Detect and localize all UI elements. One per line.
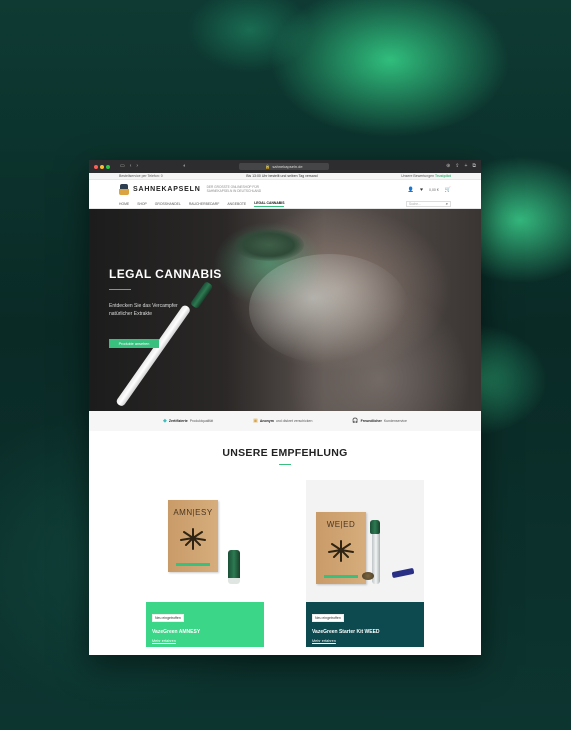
wishlist-icon[interactable]: ♥ xyxy=(420,187,423,193)
top-info-strip: Bestellservice per Telefon: 0 Bis 13:00 … xyxy=(89,173,481,180)
site-logo[interactable]: SAHNEKAPSELN xyxy=(133,186,201,193)
box-icon: ▣ xyxy=(253,418,258,424)
recommendation-title: UNSERE EMPFEHLUNG xyxy=(222,447,348,459)
product-name[interactable]: VazeGreen Starter Kit WEED xyxy=(312,629,418,635)
hero-text: Entdecken Sie das Vercampfer natürlicher… xyxy=(109,303,178,317)
new-badge: Neu eingetroffen xyxy=(312,614,344,622)
shipping-info-text: Bis 13:00 Uhr bestellt und selben Tag ve… xyxy=(246,174,318,178)
main-navigation: HOME SHOP GROSSHANDEL RAUCHERBEDARF ANGE… xyxy=(89,199,481,209)
headset-icon: 🎧 xyxy=(352,418,359,424)
nav-item-raucherbedarf[interactable]: RAUCHERBEDARF xyxy=(189,202,220,206)
diamond-icon: ◆ xyxy=(163,418,167,424)
cannabis-leaf-icon xyxy=(328,540,354,562)
product-card[interactable]: WE|ED Neu eingetroffen VazeGreen Starter… xyxy=(306,480,424,647)
usp-text: Kundenservice xyxy=(383,419,407,423)
product-image[interactable]: WE|ED xyxy=(306,480,424,602)
usp-bold: Freundlicher xyxy=(360,419,382,423)
box-label: WE|ED xyxy=(326,520,356,529)
product-info: Neu eingetroffen VazeGreen Starter Kit W… xyxy=(306,602,424,647)
lock-icon: 🔒 xyxy=(265,164,271,169)
usp-bold: Anonym xyxy=(259,419,274,423)
usp-bar: ◆ Zertifizierte Produktqualität ▣ Anonym… xyxy=(89,411,481,431)
search-icon[interactable]: ⌕ xyxy=(446,201,448,206)
usp-bold: Zertifizierte xyxy=(168,419,188,423)
nav-item-grosshandel[interactable]: GROSSHANDEL xyxy=(155,202,181,206)
cart-amount[interactable]: 0,00 € xyxy=(429,188,439,192)
site-header: SAHNEKAPSELN DER GROSSTE ONLINESHOP FÜR … xyxy=(89,180,481,199)
view-products-button[interactable]: Produkte ansehen xyxy=(109,339,159,348)
shield-icon[interactable]: ◐ xyxy=(183,164,186,169)
usp-item-service: 🎧 Freundlicher Kundenservice xyxy=(352,418,407,424)
nav-item-angebote[interactable]: ANGEBOTE xyxy=(227,202,246,206)
browser-window: ▭ ‹ › ◐ 🔒 sahnekapseln.de ⊕ ⇪ + ⧉ Bestel… xyxy=(89,160,481,655)
header-claim: DER GROSSTE ONLINESHOP FÜR SAHNEKAPSELN … xyxy=(206,184,262,193)
product-name[interactable]: VazeGreen AMNESY xyxy=(152,629,258,635)
usp-text: und diskret verschicken xyxy=(275,419,313,423)
trustpilot-label: Trustpilot xyxy=(435,174,451,178)
minimize-window-button[interactable] xyxy=(100,164,104,169)
usp-item-quality: ◆ Zertifizierte Produktqualität xyxy=(163,418,213,424)
maximize-window-button[interactable] xyxy=(106,164,110,169)
recommendation-divider xyxy=(279,464,291,465)
nav-item-legal-cannabis[interactable]: LEGAL CANNABIS xyxy=(254,201,285,207)
usp-text: Produktqualität xyxy=(189,419,214,423)
browser-titlebar: ▭ ‹ › ◐ 🔒 sahnekapseln.de ⊕ ⇪ + ⧉ xyxy=(89,160,481,173)
box-label: AMN|ESY xyxy=(173,508,213,517)
share-icon[interactable]: ⇪ xyxy=(455,164,459,169)
hero-smoke-image xyxy=(249,254,409,364)
nav-item-shop[interactable]: SHOP xyxy=(137,202,147,206)
hero-divider xyxy=(109,289,131,290)
back-icon[interactable]: ‹ xyxy=(130,164,132,169)
herb-pile xyxy=(362,572,374,580)
product-info: Neu eingetroffen VazeGreen AMNESY Mehr e… xyxy=(146,602,264,647)
capsule-image xyxy=(228,550,240,580)
hero-vaporizer-tip xyxy=(189,281,214,310)
vaporizer-tip xyxy=(370,520,380,534)
new-tab-icon[interactable]: + xyxy=(465,164,468,169)
close-window-button[interactable] xyxy=(94,164,98,169)
logo-icon[interactable] xyxy=(119,183,129,196)
phone-service-text: Bestellservice per Telefon: 0 xyxy=(119,174,163,178)
learn-more-link[interactable]: Mehr erfahren xyxy=(312,639,418,643)
forward-icon[interactable]: › xyxy=(136,164,138,169)
hero-vaporizer-image xyxy=(115,304,192,408)
tabs-overview-icon[interactable]: ⧉ xyxy=(472,164,476,169)
search-placeholder: Suche... xyxy=(409,201,421,206)
address-bar[interactable]: 🔒 sahnekapseln.de xyxy=(239,163,329,170)
product-list: AMN|ESY Neu eingetroffen VazeGreen AMNES… xyxy=(89,480,481,650)
product-card[interactable]: AMN|ESY Neu eingetroffen VazeGreen AMNES… xyxy=(146,480,264,647)
box-brand-strip xyxy=(176,563,210,566)
reviews-link[interactable]: Unsere Bewertungen Trustpilot xyxy=(401,174,451,178)
sidebar-icon[interactable]: ▭ xyxy=(120,164,125,169)
address-bar-url: sahnekapseln.de xyxy=(272,164,303,169)
hero-lips-image xyxy=(234,229,304,261)
nav-item-home[interactable]: HOME xyxy=(119,202,129,206)
product-box: WE|ED xyxy=(316,512,366,584)
cannabis-leaf-icon xyxy=(180,528,206,550)
product-image[interactable]: AMN|ESY xyxy=(146,480,264,602)
box-brand-strip xyxy=(324,575,358,578)
cart-icon[interactable]: 🛒 xyxy=(445,187,451,193)
hero-banner: LEGAL CANNABIS Entdecken Sie das Vercamp… xyxy=(89,209,481,411)
download-icon[interactable]: ⊕ xyxy=(446,164,450,169)
account-icon[interactable]: 👤 xyxy=(408,187,414,193)
learn-more-link[interactable]: Mehr erfahren xyxy=(152,639,258,643)
hero-title: LEGAL CANNABIS xyxy=(109,267,222,281)
reviews-text: Unsere Bewertungen xyxy=(401,174,435,178)
product-box: AMN|ESY xyxy=(168,500,218,572)
accessory-image xyxy=(391,567,415,579)
search-input[interactable]: Suche... ⌕ xyxy=(406,200,451,207)
usp-item-discreet: ▣ Anonym und diskret verschicken xyxy=(253,418,312,424)
capsule-base xyxy=(228,578,240,584)
new-badge: Neu eingetroffen xyxy=(152,614,184,622)
